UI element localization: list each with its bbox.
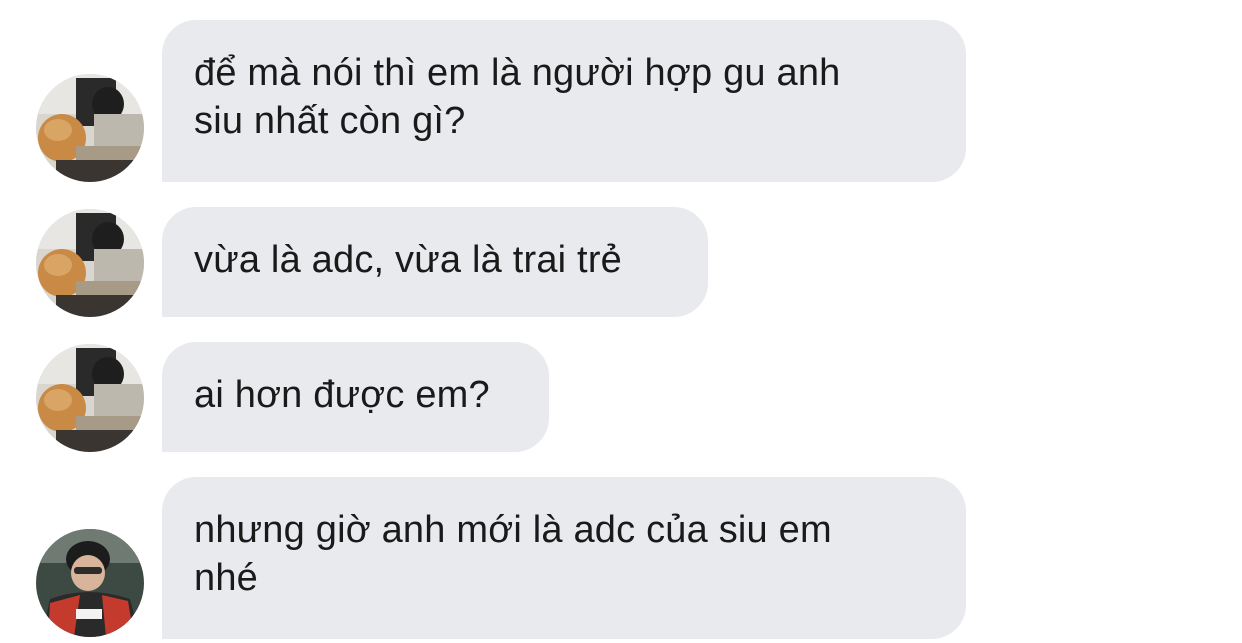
cat-photo-avatar-icon	[36, 344, 144, 452]
gamer-photo-avatar-icon	[36, 529, 144, 637]
message-bubble[interactable]: ai hơn được em?	[162, 342, 549, 452]
cat-photo-avatar-icon[interactable]	[36, 344, 144, 452]
message-bubble[interactable]: để mà nói thì em là người hợp gu anh siu…	[162, 20, 966, 182]
message-text: vừa là adc, vừa là trai trẻ	[194, 239, 623, 281]
cat-photo-avatar-icon[interactable]	[36, 209, 144, 317]
message-text: ai hơn được em?	[194, 374, 490, 416]
cat-photo-avatar-icon[interactable]	[36, 74, 144, 182]
message-text: siu nhất còn gì?	[194, 100, 466, 142]
cat-photo-avatar-icon	[36, 74, 144, 182]
cat-photo-avatar-icon	[36, 209, 144, 317]
message-text: nhưng giờ anh mới là adc của siu em	[194, 509, 832, 551]
message-text: nhé	[194, 557, 259, 599]
message-bubble[interactable]: nhưng giờ anh mới là adc của siu em nhé	[162, 477, 966, 639]
message-bubble[interactable]: vừa là adc, vừa là trai trẻ	[162, 207, 708, 317]
message-text: để mà nói thì em là người hợp gu anh	[194, 52, 841, 94]
gamer-photo-avatar-icon[interactable]	[36, 529, 144, 637]
